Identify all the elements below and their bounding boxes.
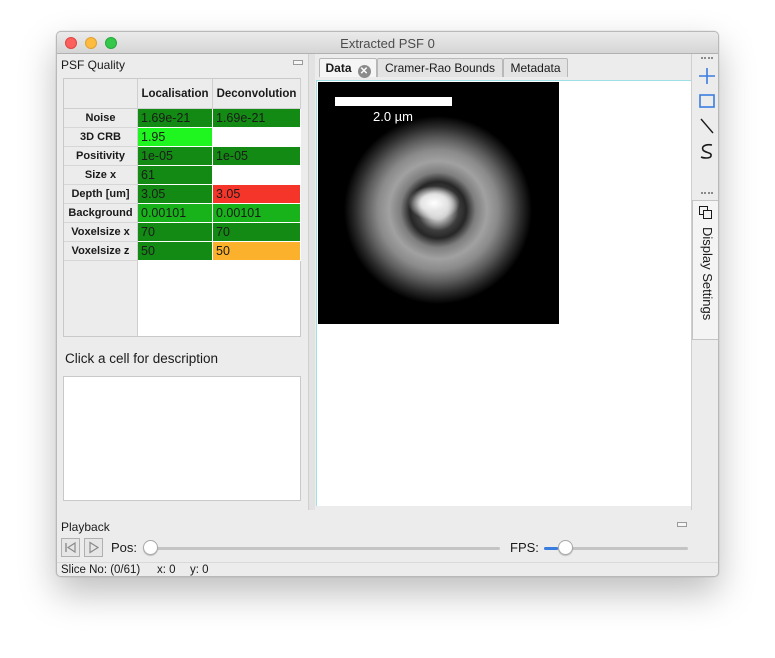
tab-cramer-rao-bounds[interactable]: Cramer-Rao Bounds (377, 58, 503, 77)
deconvolution-cell[interactable]: 70 (213, 223, 301, 242)
display-settings-tab[interactable]: Display Settings (692, 200, 718, 340)
localisation-cell[interactable]: 3.05 (138, 185, 213, 204)
row-header[interactable]: Depth [um] (64, 185, 138, 204)
deconvolution-cell[interactable] (213, 166, 301, 185)
fps-slider-handle[interactable] (558, 540, 574, 555)
slice-number: Slice No: (0/61) (61, 564, 141, 576)
play-icon[interactable] (84, 538, 103, 557)
row-header[interactable]: Background (64, 204, 138, 223)
fps-slider-fill (544, 547, 559, 550)
tab-data-label: Data (325, 61, 352, 75)
position-slider-handle[interactable] (143, 540, 158, 555)
undock-playback-button[interactable] (677, 522, 687, 527)
row-header[interactable]: Size x (64, 166, 138, 185)
playback-title: Playback (61, 520, 110, 534)
localisation-cell[interactable]: 0.00101 (138, 204, 213, 223)
psf-render (318, 82, 559, 324)
psf-image[interactable]: 2.0 µm (318, 82, 559, 324)
skip-back-icon[interactable] (61, 538, 80, 557)
scale-bar-label: 2.0 µm (373, 109, 414, 124)
scale-bar (335, 97, 452, 106)
panel-splitter[interactable] (308, 54, 315, 510)
deconvolution-cell[interactable]: 50 (213, 242, 301, 261)
crosshair-icon[interactable] (698, 67, 716, 85)
deconvolution-cell[interactable]: 1.69e-21 (213, 109, 301, 128)
line-icon[interactable] (698, 117, 716, 135)
undock-button[interactable] (293, 60, 303, 65)
localisation-cell[interactable]: 1.69e-21 (138, 109, 213, 128)
right-toolbar: Display Settings (691, 54, 718, 510)
toolbar-grip-2[interactable] (701, 192, 713, 194)
tab-metadata[interactable]: Metadata (503, 58, 568, 77)
row-header[interactable]: Voxelsize x (64, 223, 138, 242)
description-prompt: Click a cell for description (65, 351, 219, 366)
position-slider[interactable] (147, 547, 500, 550)
quality-table: Localisation Deconvolution Noise 1.69e-21… (63, 78, 301, 337)
tab-data[interactable]: Data ✕ (319, 58, 377, 78)
playback-panel: Playback Pos: FPS: (57, 516, 718, 562)
copy-icon (698, 205, 714, 221)
row-header[interactable]: Noise (64, 109, 138, 128)
deconvolution-cell[interactable]: 0.00101 (213, 204, 301, 223)
column-header-localisation[interactable]: Localisation (138, 79, 213, 109)
main-window: Extracted PSF 0 PSF Quality Localisation… (56, 31, 719, 577)
row-header[interactable]: Positivity (64, 147, 138, 166)
display-settings-label: Display Settings (700, 227, 715, 321)
localisation-cell[interactable]: 50 (138, 242, 213, 261)
image-canvas[interactable]: 2.0 µm (316, 80, 691, 506)
column-header-deconvolution[interactable]: Deconvolution (213, 79, 301, 109)
psf-quality-panel: PSF Quality Localisation Deconvolution N… (57, 54, 308, 510)
row-header[interactable]: Voxelsize z (64, 242, 138, 261)
description-box[interactable] (63, 376, 301, 501)
title-bar: Extracted PSF 0 (57, 32, 718, 54)
deconvolution-cell[interactable]: 1e-05 (213, 147, 301, 166)
pos-label: Pos: (111, 540, 138, 555)
tab-metadata-label: Metadata (510, 61, 561, 75)
view-tabs: Data ✕ Cramer-Rao Bounds Metadata (315, 56, 691, 80)
localisation-cell[interactable]: 1.95 (138, 128, 213, 147)
close-icon[interactable]: ✕ (357, 65, 371, 78)
tab-cramer-rao-label: Cramer-Rao Bounds (384, 61, 496, 75)
cursor-x: x: 0 (157, 564, 176, 576)
status-bar: Slice No: (0/61) x: 0 y: 0 (57, 562, 718, 576)
cursor-y: y: 0 (190, 564, 209, 576)
row-header-fill (64, 261, 138, 336)
psf-quality-title: PSF Quality (61, 58, 126, 72)
toolbar-grip[interactable] (701, 57, 713, 59)
freehand-icon[interactable] (698, 142, 716, 160)
deconvolution-cell[interactable]: 3.05 (213, 185, 301, 204)
window-title: Extracted PSF 0 (340, 36, 435, 51)
localisation-cell[interactable]: 70 (138, 223, 213, 242)
localisation-cell[interactable]: 1e-05 (138, 147, 213, 166)
deconvolution-cell[interactable] (213, 128, 301, 147)
rectangle-icon[interactable] (698, 92, 716, 110)
localisation-cell[interactable]: 61 (138, 166, 213, 185)
table-corner (64, 79, 138, 109)
row-header[interactable]: 3D CRB (64, 128, 138, 147)
fps-label: FPS: (510, 540, 539, 555)
